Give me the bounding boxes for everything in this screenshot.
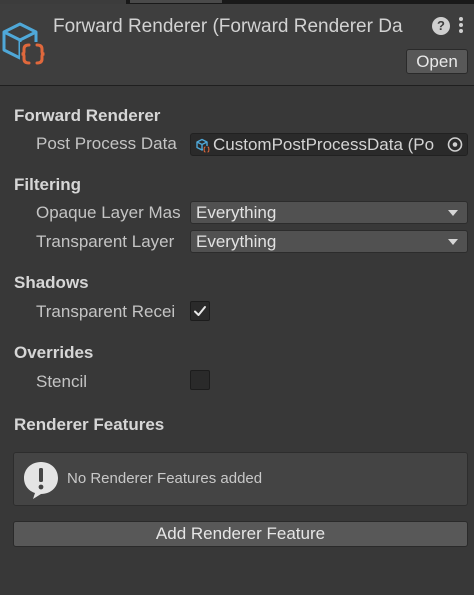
chevron-down-icon	[448, 239, 458, 245]
transparent-receive-shadows-label: Transparent Recei	[36, 302, 176, 321]
no-renderer-features-helpbox: No Renderer Features added	[13, 452, 468, 506]
scriptable-object-cube-icon	[0, 18, 50, 68]
transparent-receive-shadows-checkbox[interactable]	[190, 301, 210, 321]
stencil-label: Stencil	[36, 372, 88, 391]
asset-title: Forward Renderer (Forward Renderer Da	[53, 16, 403, 37]
exclamation-speech-bubble-icon	[22, 460, 60, 500]
chevron-down-icon	[448, 210, 458, 216]
scriptable-object-icon	[195, 137, 211, 153]
post-process-data-label: Post Process Data	[36, 134, 177, 153]
section-overrides: Overrides	[14, 343, 94, 362]
no-renderer-features-message: No Renderer Features added	[67, 470, 263, 487]
checkmark-icon	[194, 306, 206, 316]
section-shadows: Shadows	[14, 273, 89, 292]
opaque-layer-mask-value: Everything	[196, 203, 277, 222]
stencil-checkbox[interactable]	[190, 370, 210, 390]
section-renderer-features: Renderer Features	[14, 415, 165, 434]
object-picker-icon[interactable]	[443, 134, 467, 155]
add-renderer-feature-button[interactable]: Add Renderer Feature	[13, 521, 468, 547]
kebab-menu-icon[interactable]	[458, 17, 464, 35]
opaque-layer-mask-dropdown[interactable]: Everything	[190, 201, 468, 224]
section-forward-renderer: Forward Renderer	[14, 106, 161, 125]
post-process-data-field[interactable]: CustomPostProcessData (Po	[190, 133, 468, 156]
section-filtering: Filtering	[14, 175, 82, 194]
transparent-layer-mask-label: Transparent Layer	[36, 232, 175, 251]
opaque-layer-mask-label: Opaque Layer Mas	[36, 203, 181, 222]
tab-lighting[interactable]	[130, 0, 222, 3]
inspector-header: Forward Renderer (Forward Renderer Da ? …	[0, 4, 474, 86]
open-button[interactable]: Open	[406, 49, 468, 74]
transparent-layer-mask-dropdown[interactable]: Everything	[190, 230, 468, 253]
post-process-data-value: CustomPostProcessData (Po	[213, 135, 435, 154]
transparent-layer-mask-value: Everything	[196, 232, 277, 251]
question-mark-icon[interactable]: ?	[432, 17, 450, 35]
